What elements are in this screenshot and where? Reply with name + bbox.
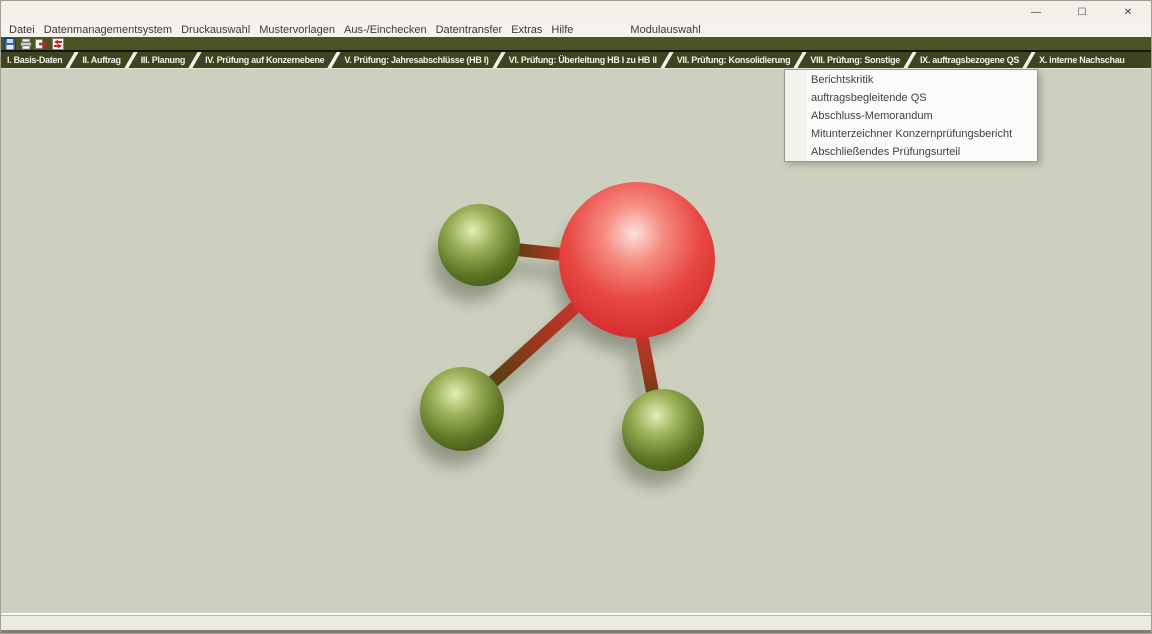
title-bar: — ☐ ✕ (1, 1, 1151, 23)
dropdown-item-abschliessendes-pruefungsurteil[interactable]: Abschließendes Prüfungsurteil (785, 143, 1037, 161)
menu-hilfe[interactable]: Hilfe (551, 24, 582, 36)
status-bar (1, 613, 1151, 630)
red-atom-sphere (559, 182, 715, 338)
menu-extras[interactable]: Extras (511, 24, 551, 36)
transfer-icon (52, 38, 64, 50)
tab-interne-nachschau[interactable]: X. interne Nachschau (1033, 52, 1131, 68)
dropdown-item-berichtskritik[interactable]: Berichtskritik (785, 71, 1037, 89)
menu-datentransfer[interactable]: Datentransfer (436, 24, 512, 36)
close-button[interactable]: ✕ (1105, 1, 1151, 23)
dropdown-item-mitunterzeichner[interactable]: Mitunterzeichner Konzernprüfungsbericht (785, 125, 1037, 143)
tab-pruefung-ueberleitung[interactable]: VI. Prüfung: Überleitung HB I zu HB II (503, 52, 663, 68)
green-atom-sphere (420, 367, 504, 451)
app-window: — ☐ ✕ Datei Datenmanagementsystem Drucka… (0, 0, 1152, 634)
checkin-icon (35, 38, 48, 50)
print-button[interactable] (19, 38, 32, 50)
menu-mustervorlagen[interactable]: Mustervorlagen (259, 24, 344, 36)
print-icon (20, 38, 32, 50)
menu-datenmanagementsystem[interactable]: Datenmanagementsystem (44, 24, 181, 36)
tab-auftragsbezogene-qs[interactable]: IX. auftragsbezogene QS (914, 52, 1025, 68)
tab-basis-daten[interactable]: I. Basis-Daten (1, 52, 68, 68)
transfer-button[interactable] (51, 38, 64, 50)
menu-bar: Datei Datenmanagementsystem Druckauswahl… (1, 23, 1151, 37)
checkin-button[interactable] (35, 38, 48, 50)
maximize-button[interactable]: ☐ (1059, 1, 1105, 23)
save-button[interactable] (3, 38, 16, 50)
tab-planung[interactable]: III. Planung (135, 52, 191, 68)
menu-druckauswahl[interactable]: Druckauswahl (181, 24, 259, 36)
dropdown-item-abschluss-memorandum[interactable]: Abschluss-Memorandum (785, 107, 1037, 125)
tab-bar: I. Basis-Daten II. Auftrag III. Planung … (1, 52, 1151, 69)
tab-pruefung-konzernebene[interactable]: IV. Prüfung auf Konzernebene (199, 52, 330, 68)
green-atom-sphere (438, 204, 520, 286)
menu-modulauswahl[interactable]: Modulauswahl (630, 24, 709, 36)
menu-datei[interactable]: Datei (9, 24, 44, 36)
green-atom-sphere (622, 389, 704, 471)
window-bottom-edge (1, 630, 1151, 633)
toolbar (1, 37, 1151, 52)
menu-aus-einchecken[interactable]: Aus-/Einchecken (344, 24, 436, 36)
dropdown-item-auftragsbegleitende-qs[interactable]: auftragsbegleitende QS (785, 89, 1037, 107)
content-area: Berichtskritik auftragsbegleitende QS Ab… (1, 69, 1151, 613)
tab-pruefung-konsolidierung[interactable]: VII. Prüfung: Konsolidierung (671, 52, 797, 68)
tab-pruefung-sonstige[interactable]: VIII. Prüfung: Sonstige (804, 52, 906, 68)
minimize-button[interactable]: — (1013, 1, 1059, 23)
tab-pruefung-jahresabschluesse[interactable]: V. Prüfung: Jahresabschlüsse (HB I) (338, 52, 494, 68)
qs-dropdown-menu: Berichtskritik auftragsbegleitende QS Ab… (784, 69, 1038, 162)
save-icon (4, 38, 16, 50)
tab-auftrag[interactable]: II. Auftrag (76, 52, 126, 68)
